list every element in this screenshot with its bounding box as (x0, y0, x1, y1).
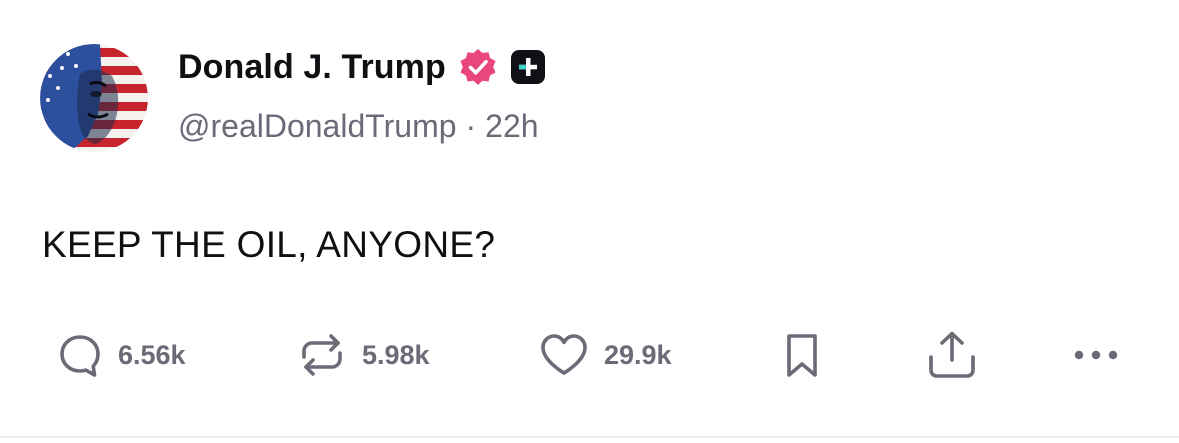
plus-square-icon (510, 49, 546, 85)
repost-count: 5.98k (362, 339, 430, 370)
avatar-image (40, 44, 148, 152)
post-text: KEEP THE OIL, ANYONE? (42, 224, 496, 265)
reply-icon (60, 335, 100, 377)
avatar[interactable] (40, 44, 148, 152)
meta-separator: · (465, 108, 477, 144)
like-button[interactable]: 29.9k (538, 330, 672, 380)
share-button[interactable] (926, 330, 978, 380)
author-name-row: Donald J. Trump (178, 42, 546, 92)
action-bar: 6.56k 5.98k 29.9k (0, 330, 1179, 380)
repost-button[interactable]: 5.98k (296, 330, 430, 380)
author-meta-row: @realDonaldTrump · 22h (178, 108, 539, 145)
bookmark-button[interactable] (780, 330, 824, 380)
author-handle[interactable]: @realDonaldTrump (178, 108, 457, 145)
reply-button[interactable]: 6.56k (56, 330, 186, 380)
like-count: 29.9k (604, 339, 672, 370)
heart-icon (541, 334, 587, 375)
reply-count: 6.56k (118, 339, 186, 370)
author-display-name[interactable]: Donald J. Trump (178, 48, 446, 87)
more-options-button[interactable] (1068, 330, 1124, 380)
bookmark-icon (787, 334, 817, 377)
share-icon (929, 331, 975, 378)
repost-icon (302, 334, 342, 376)
post-timestamp[interactable]: 22h (485, 108, 538, 145)
post-card[interactable]: Donald J. Trump @realDonaldTrump · 22h K… (0, 0, 1179, 438)
more-dots-icon (1074, 350, 1118, 360)
verified-badge-icon (458, 47, 498, 87)
